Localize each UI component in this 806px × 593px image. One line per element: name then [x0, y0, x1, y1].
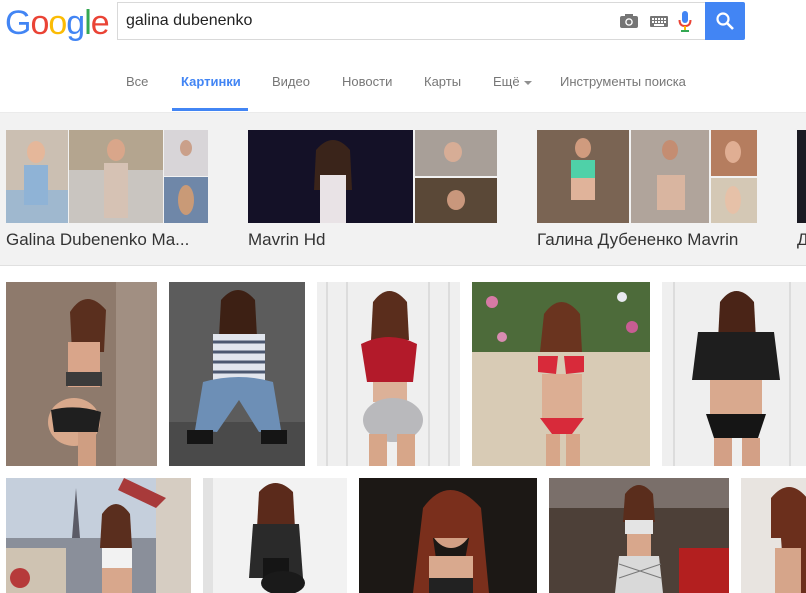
related-card[interactable]: Галина Дубененко Mavrin — [537, 130, 759, 249]
search-input[interactable] — [126, 11, 606, 31]
search-box — [117, 2, 705, 40]
related-card-image — [248, 130, 497, 223]
chevron-down-icon — [523, 80, 532, 85]
tab-all[interactable]: Все — [126, 74, 148, 89]
image-result-thumbnail — [549, 478, 729, 593]
logo-letter: g — [66, 4, 85, 42]
related-card-label: Галина Дубененко Mavrin — [537, 230, 739, 249]
search-icon — [716, 12, 734, 30]
tab-more[interactable]: Ещё — [493, 74, 532, 89]
image-result-thumbnail — [662, 282, 806, 466]
image-result[interactable] — [662, 282, 806, 466]
tab-search-tools[interactable]: Инструменты поиска — [560, 74, 686, 89]
camera-icon[interactable] — [620, 14, 638, 28]
image-result[interactable] — [359, 478, 537, 593]
related-card-label: Mavrin Hd — [248, 230, 326, 249]
tab-news[interactable]: Новости — [342, 74, 392, 89]
related-card[interactable]: Galina Dubenenko Ma... — [6, 130, 209, 249]
microphone-icon[interactable] — [678, 11, 692, 33]
image-result[interactable] — [549, 478, 729, 593]
logo-letter: e — [90, 4, 110, 42]
image-result[interactable] — [203, 478, 347, 593]
logo-letter: o — [30, 4, 49, 42]
related-card-image — [537, 130, 757, 223]
related-card[interactable]: Mavrin Hd — [248, 130, 498, 249]
image-result[interactable] — [472, 282, 650, 466]
image-result[interactable] — [6, 478, 191, 593]
image-result-thumbnail — [203, 478, 347, 593]
keyboard-icon[interactable] — [650, 16, 668, 27]
image-result-thumbnail — [169, 282, 305, 466]
tab-images[interactable]: Картинки — [181, 74, 241, 89]
related-card[interactable]: Д — [797, 130, 806, 249]
image-result-thumbnail — [359, 478, 537, 593]
image-result[interactable] — [317, 282, 460, 466]
tab-video[interactable]: Видео — [272, 74, 310, 89]
related-card-image — [797, 130, 806, 223]
related-card-image — [6, 130, 208, 223]
tab-maps[interactable]: Карты — [424, 74, 461, 89]
image-result[interactable] — [741, 478, 806, 593]
image-result-thumbnail — [317, 282, 460, 466]
search-button[interactable] — [705, 2, 745, 40]
related-searches: Galina Dubenenko Ma... Mavrin Hd Галина … — [0, 113, 806, 266]
related-card-label: Д — [797, 230, 806, 249]
search-tabs: Все Картинки Видео Новости Карты Ещё Инс… — [0, 52, 806, 113]
logo-letter: o — [48, 4, 67, 42]
image-result[interactable] — [6, 282, 157, 466]
image-result-thumbnail — [6, 478, 191, 593]
google-logo[interactable]: Google — [5, 4, 110, 42]
image-result[interactable] — [169, 282, 305, 466]
logo-letter: G — [5, 4, 31, 42]
active-tab-indicator — [172, 108, 248, 111]
image-result-thumbnail — [741, 478, 806, 593]
image-result-thumbnail — [472, 282, 650, 466]
related-card-label: Galina Dubenenko Ma... — [6, 230, 190, 249]
header: Google — [0, 0, 806, 52]
tab-more-label: Ещё — [493, 74, 520, 89]
image-result-thumbnail — [6, 282, 157, 466]
